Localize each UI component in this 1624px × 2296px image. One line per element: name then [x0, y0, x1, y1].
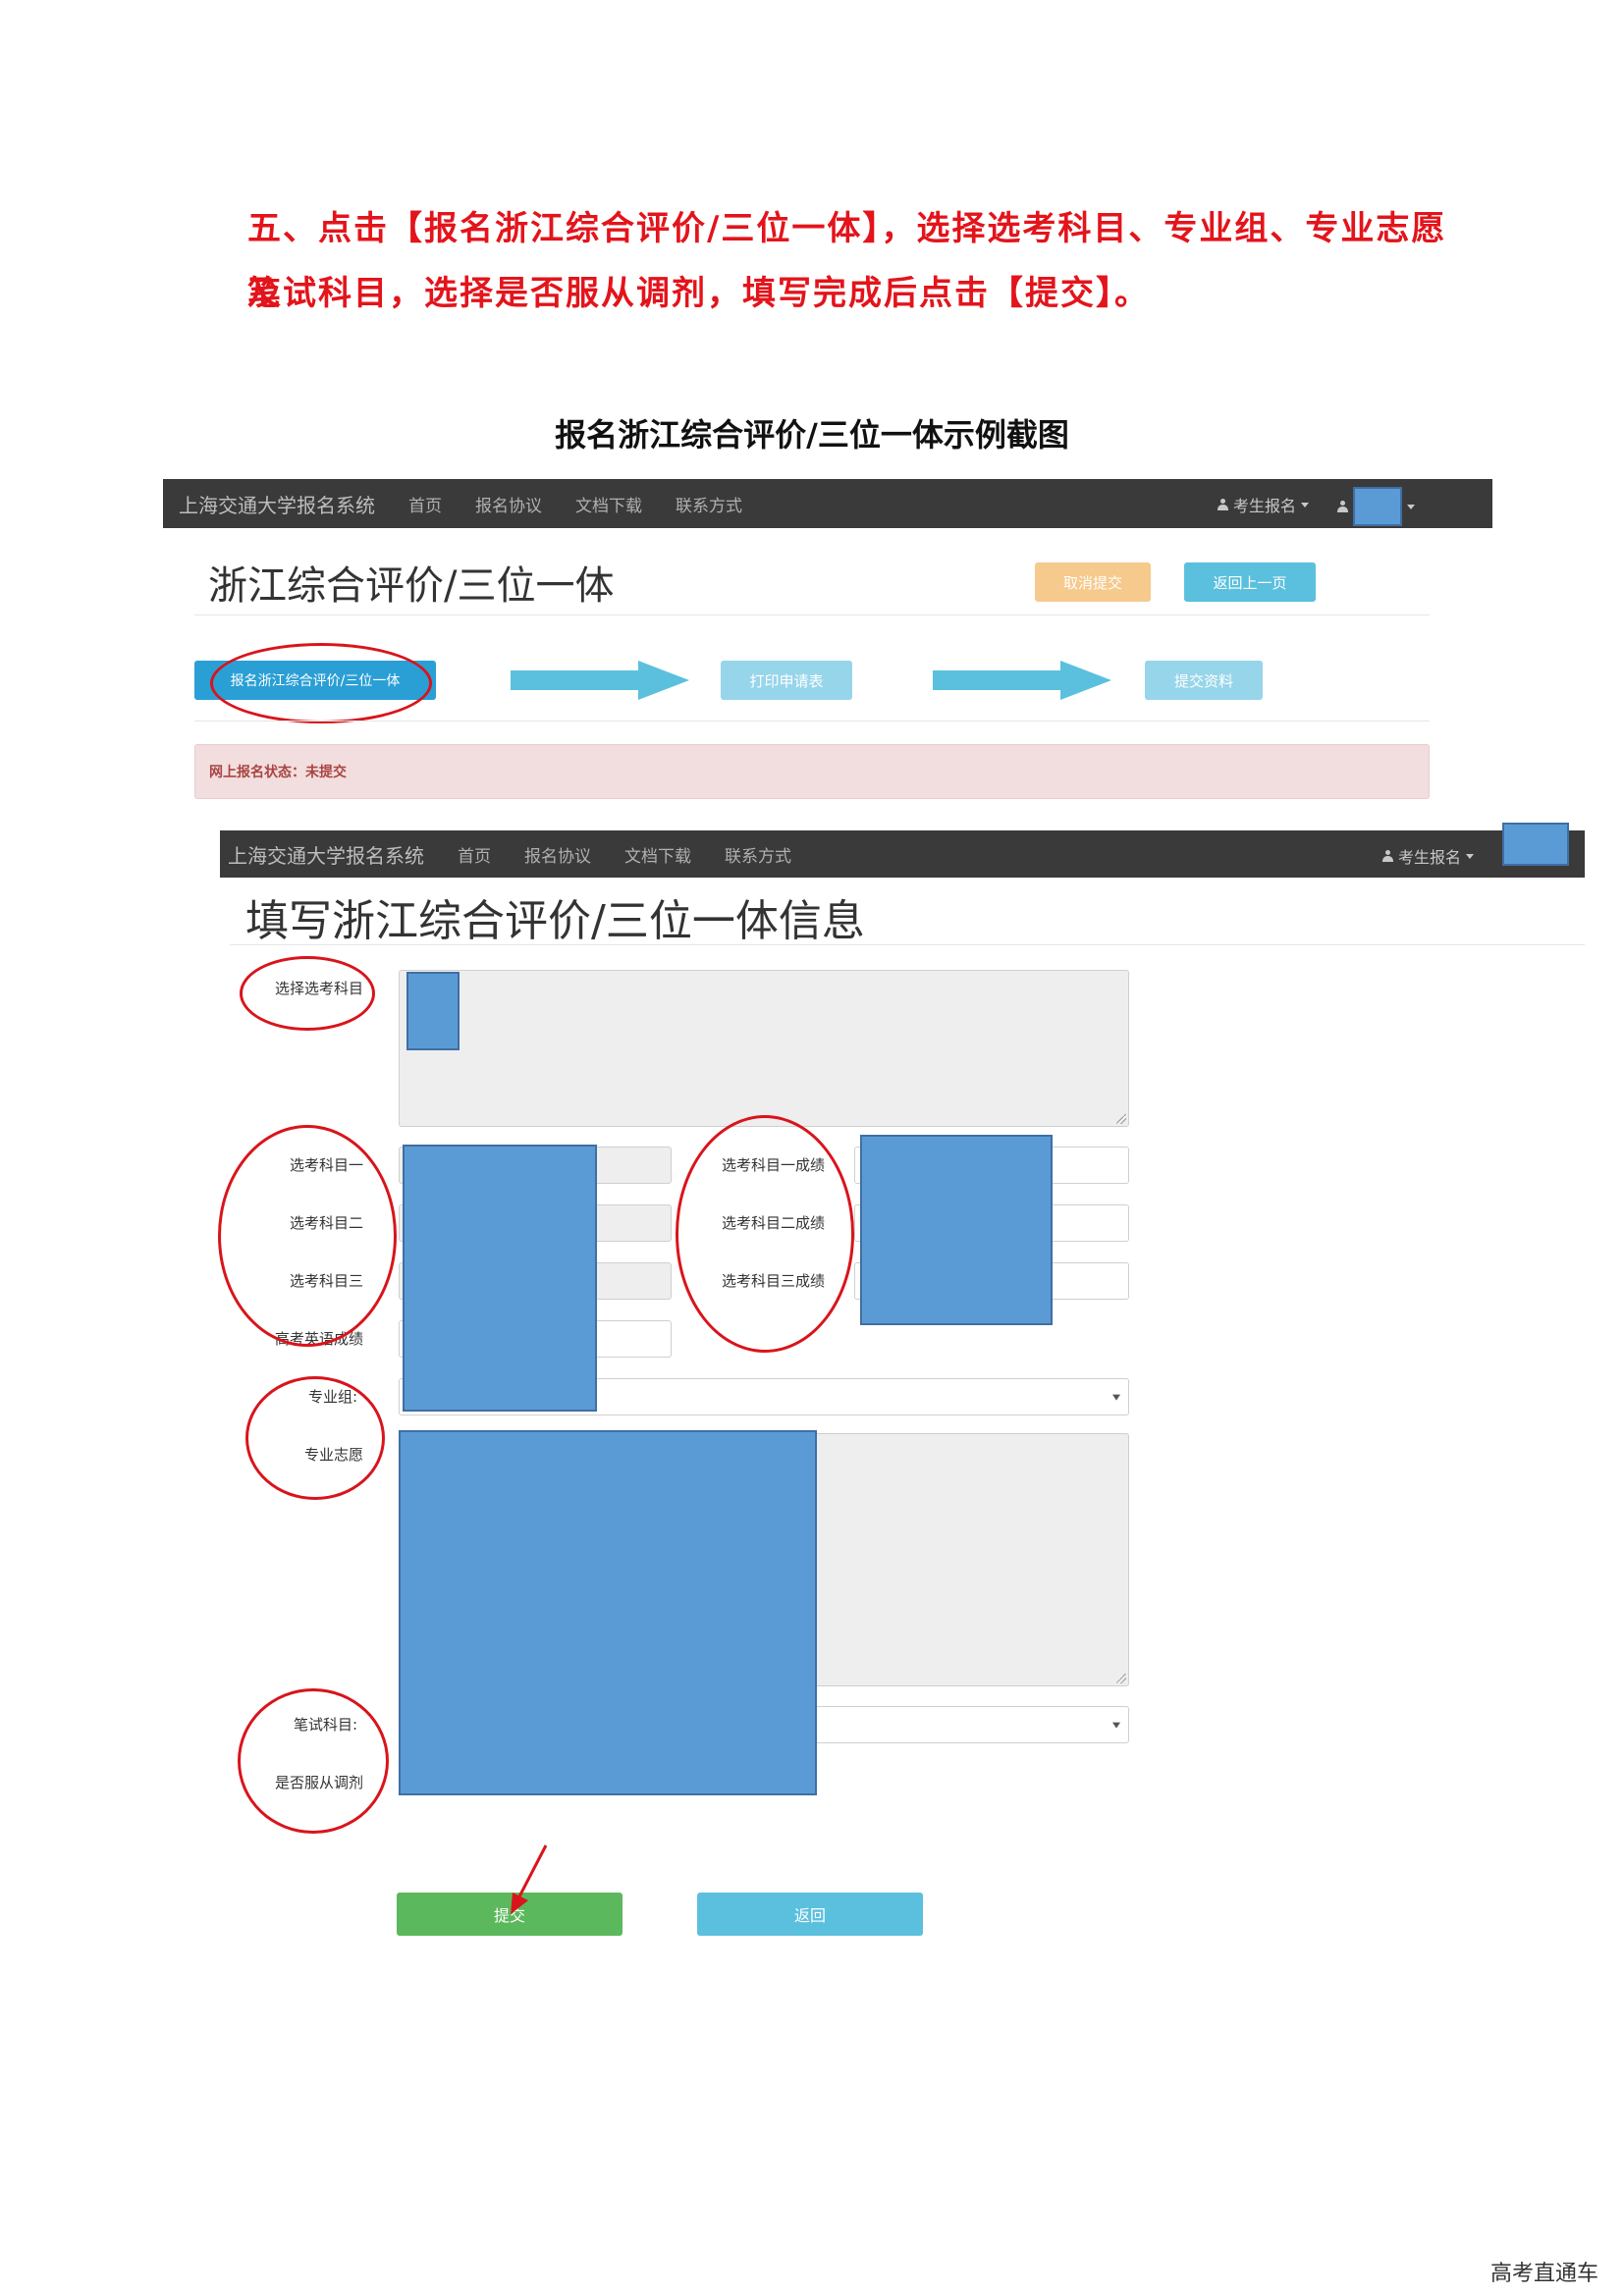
status-text: 网上报名状态：未提交 — [209, 765, 347, 780]
navbar-brand[interactable]: 上海交通大学报名系统 — [228, 840, 424, 869]
redacted-major-values — [399, 1430, 817, 1795]
step-arrow-1 — [511, 670, 640, 690]
highlight-ellipse — [245, 1376, 385, 1500]
nav-item-agreement[interactable]: 报名协议 — [475, 492, 542, 516]
step-arrow-2-head — [1060, 661, 1111, 700]
chevron-down-icon — [1407, 504, 1415, 509]
form-title: 填写浙江综合评价/三位一体信息 — [245, 896, 865, 946]
step-print-form-button[interactable]: 打印申请表 — [721, 661, 852, 700]
user-menu-label: 考生报名 — [1398, 848, 1462, 867]
chevron-down-icon — [1112, 1394, 1120, 1401]
nav-item-documents[interactable]: 文档下载 — [575, 492, 642, 516]
resize-handle-icon[interactable] — [1116, 1674, 1126, 1683]
user-menu[interactable]: 考生报名 — [1218, 493, 1310, 516]
user-icon — [1218, 499, 1228, 510]
resize-handle-icon[interactable] — [1116, 1114, 1126, 1124]
step-arrow-2 — [933, 670, 1062, 690]
pointer-arrow-icon — [511, 1844, 548, 1914]
redacted-subjects — [406, 972, 460, 1050]
back-previous-button[interactable]: 返回上一页 — [1184, 562, 1316, 602]
chevron-down-icon — [1301, 502, 1310, 507]
account-menu[interactable] — [1337, 487, 1415, 526]
navbar-brand[interactable]: 上海交通大学报名系统 — [179, 490, 375, 518]
nav-item-contact[interactable]: 联系方式 — [676, 492, 742, 516]
redacted-score-values — [860, 1135, 1053, 1325]
watermark: 高考直通车 — [1490, 2262, 1599, 2286]
redacted-username — [1502, 823, 1569, 866]
nav-item-documents[interactable]: 文档下载 — [624, 842, 691, 867]
subjects-select-box[interactable] — [399, 970, 1129, 1127]
nav-item-contact[interactable]: 联系方式 — [725, 842, 791, 867]
step-arrow-1-head — [638, 661, 689, 700]
user-menu-label: 考生报名 — [1233, 497, 1297, 515]
figure-caption: 报名浙江综合评价/三位一体示例截图 — [555, 416, 1069, 454]
highlight-ellipse — [238, 1688, 389, 1834]
user-icon — [1382, 850, 1393, 862]
chevron-down-icon — [1112, 1722, 1120, 1729]
highlight-ellipse — [210, 643, 432, 723]
instruction-line-2: 笔试科目，选择是否服从调剂，填写完成后点击【提交】。 — [247, 274, 1150, 313]
highlight-ellipse — [676, 1115, 854, 1353]
highlight-ellipse — [240, 956, 375, 1031]
nav-item-agreement[interactable]: 报名协议 — [524, 842, 591, 867]
divider — [194, 614, 1430, 615]
redacted-username — [1353, 487, 1402, 526]
step-submit-documents-button[interactable]: 提交资料 — [1145, 661, 1263, 700]
nav-item-home[interactable]: 首页 — [458, 842, 491, 867]
nav-item-home[interactable]: 首页 — [408, 492, 442, 516]
top-navbar: 上海交通大学报名系统 首页 报名协议 文档下载 联系方式 考生报名 — [163, 479, 1492, 528]
page-title: 浙江综合评价/三位一体 — [208, 563, 615, 609]
top-navbar: 上海交通大学报名系统 首页 报名协议 文档下载 联系方式 考生报名 — [220, 830, 1585, 878]
user-menu[interactable]: 考生报名 — [1382, 844, 1475, 868]
cancel-submit-button[interactable]: 取消提交 — [1035, 562, 1151, 602]
redacted-subject-values — [403, 1145, 597, 1412]
user-icon — [1337, 501, 1348, 512]
return-button[interactable]: 返回 — [697, 1893, 923, 1936]
highlight-ellipse — [218, 1125, 397, 1347]
status-alert: 网上报名状态：未提交 — [194, 744, 1430, 799]
chevron-down-icon — [1466, 853, 1475, 859]
divider — [230, 944, 1585, 945]
